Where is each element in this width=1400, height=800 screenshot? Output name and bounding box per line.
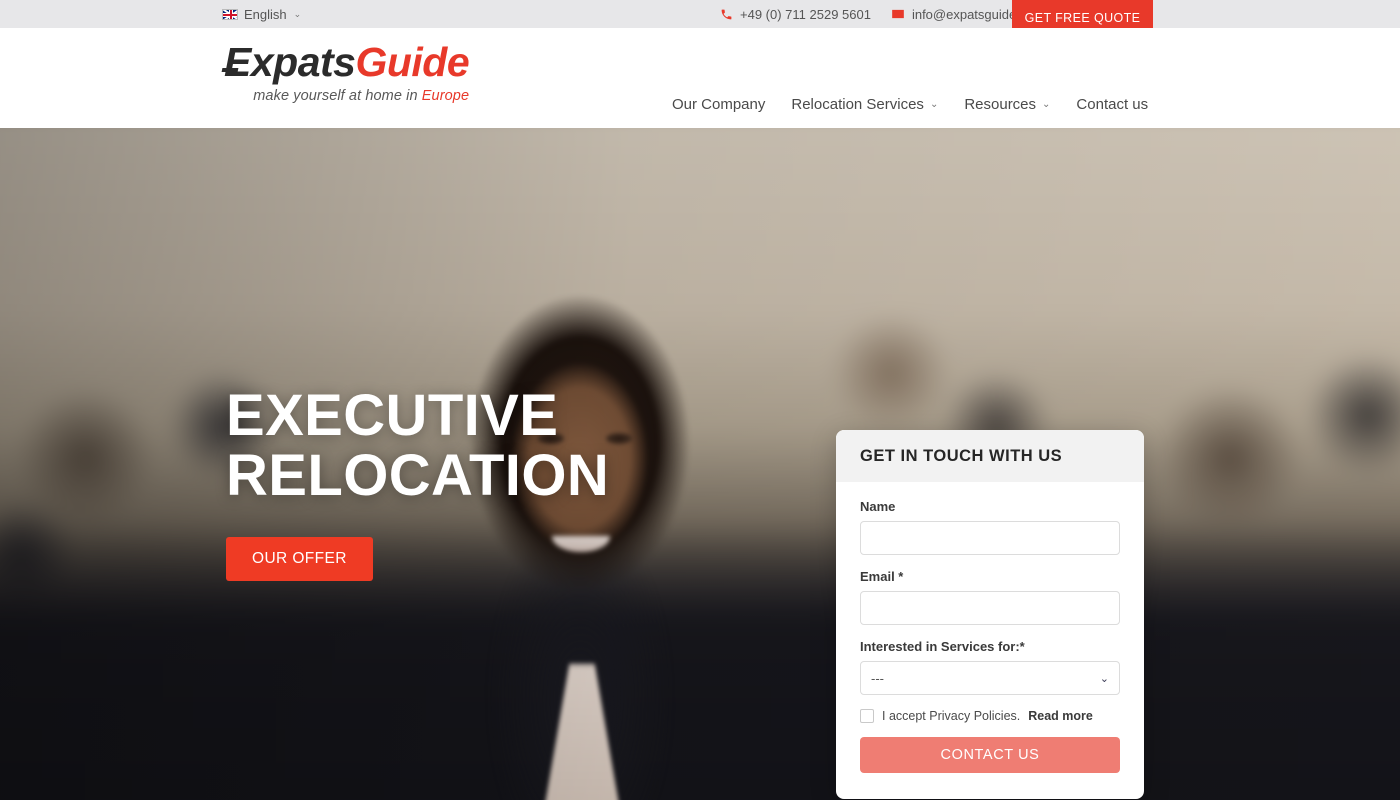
topbar: English ⌄ +49 (0) 711 2529 5601 info@exp… xyxy=(0,0,1400,35)
privacy-consent-row: I accept Privacy Policies. Read more xyxy=(860,709,1120,723)
email-input[interactable] xyxy=(860,591,1120,625)
contact-us-submit-button[interactable]: CONTACT US xyxy=(860,737,1120,773)
name-input[interactable] xyxy=(860,521,1120,555)
nav-item-contact-us[interactable]: Contact us xyxy=(1076,96,1148,113)
logo-text-expats: Expats xyxy=(224,39,356,85)
hero-dark-overlay xyxy=(0,128,1400,800)
name-field-group: Name xyxy=(860,499,1120,555)
form-body: Name Email * Interested in Services for:… xyxy=(836,482,1144,799)
service-select-wrapper: --- ⌄ xyxy=(860,661,1120,695)
privacy-text: I accept Privacy Policies. xyxy=(882,709,1021,723)
envelope-icon xyxy=(891,7,905,21)
form-heading: GET IN TOUCH WITH US xyxy=(836,430,1144,482)
topbar-contact-info: +49 (0) 711 2529 5601 info@expatsguide.e… xyxy=(720,7,1034,22)
service-field-group: Interested in Services for:* --- ⌄ xyxy=(860,639,1120,695)
uk-flag-icon xyxy=(222,8,238,20)
phone-contact[interactable]: +49 (0) 711 2529 5601 xyxy=(720,7,871,22)
language-selector[interactable]: English ⌄ xyxy=(222,7,301,22)
privacy-read-more-link[interactable]: Read more xyxy=(1028,709,1093,723)
phone-number: +49 (0) 711 2529 5601 xyxy=(740,6,871,22)
logo-tagline-prefix: make yourself at home in xyxy=(253,88,422,104)
email-field-group: Email * xyxy=(860,569,1120,625)
logo-text-guide: Guide xyxy=(355,39,470,85)
nav-label: Contact us xyxy=(1076,96,1149,113)
name-label: Name xyxy=(860,499,896,514)
phone-icon xyxy=(720,8,733,21)
hero-section: EXECUTIVE RELOCATION OUR OFFER GET IN TO… xyxy=(0,128,1400,800)
logo-strike-decoration xyxy=(221,68,239,72)
our-offer-button[interactable]: OUR OFFER xyxy=(226,536,373,581)
nav-item-relocation-services[interactable]: Relocation Services ⌄ xyxy=(791,96,938,113)
site-header: ExpatsGuide make yourself at home in Eur… xyxy=(0,28,1400,128)
chevron-down-icon: ⌄ xyxy=(1042,99,1051,110)
main-navigation: Our Company Relocation Services ⌄ Resour… xyxy=(672,96,1148,113)
privacy-checkbox[interactable] xyxy=(860,709,874,723)
nav-item-our-company[interactable]: Our Company xyxy=(672,96,765,113)
nav-label: Resources xyxy=(964,96,1037,113)
service-select[interactable]: --- xyxy=(860,661,1120,695)
logo-tagline: make yourself at home in Europe xyxy=(224,88,469,104)
service-label: Interested in Services for:* xyxy=(860,639,1025,654)
hero-title-line-1: EXECUTIVE xyxy=(226,383,559,448)
language-label: English xyxy=(244,6,287,22)
nav-label: Our Company xyxy=(672,96,766,113)
site-logo[interactable]: ExpatsGuide make yourself at home in Eur… xyxy=(221,39,470,104)
hero-title-line-2: RELOCATION xyxy=(226,443,610,509)
chevron-down-icon: ⌄ xyxy=(929,99,939,110)
hero-text-block: EXECUTIVE RELOCATION OUR OFFER xyxy=(226,383,610,581)
nav-label: Relocation Services xyxy=(791,96,924,113)
logo-tagline-highlight: Europe xyxy=(421,88,470,104)
nav-item-resources[interactable]: Resources ⌄ xyxy=(964,96,1050,113)
logo-wordmark: ExpatsGuide xyxy=(221,39,470,85)
chevron-down-icon: ⌄ xyxy=(293,8,302,19)
email-label: Email * xyxy=(860,569,904,584)
hero-title: EXECUTIVE RELOCATION xyxy=(226,383,610,509)
contact-form-card: GET IN TOUCH WITH US Name Email * Intere… xyxy=(836,430,1144,799)
